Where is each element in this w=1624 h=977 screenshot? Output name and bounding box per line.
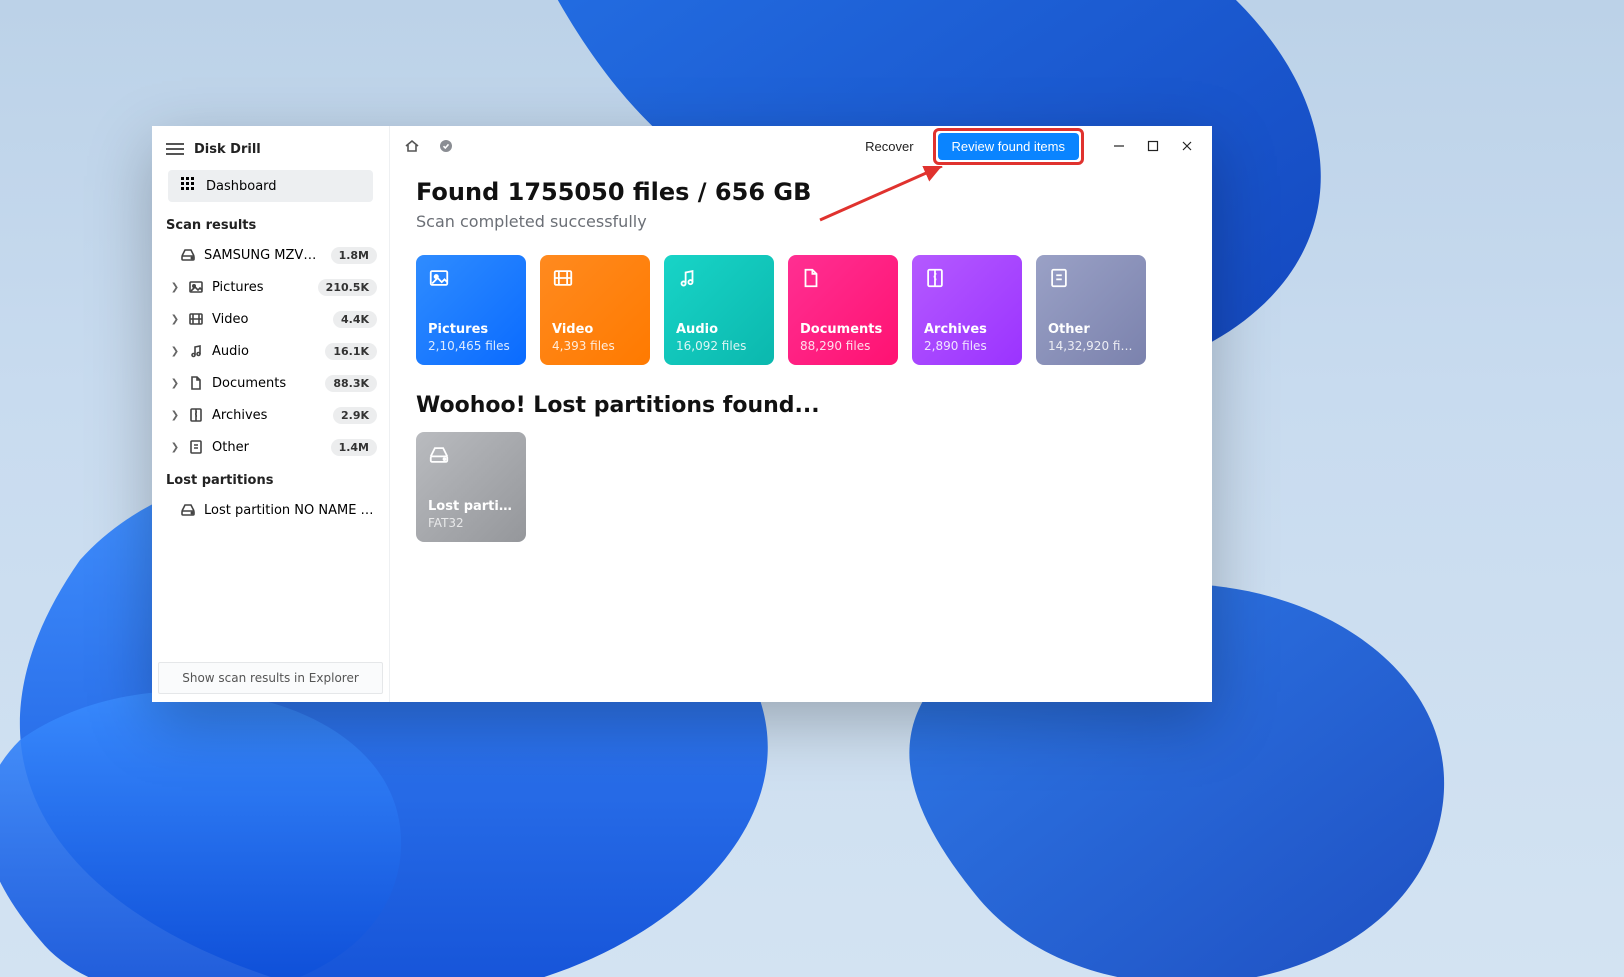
card-count: 14,32,920 files bbox=[1048, 339, 1134, 353]
tree-label: Archives bbox=[212, 408, 325, 423]
tree-audio[interactable]: ❯ Audio 16.1K bbox=[158, 335, 383, 367]
menu-button[interactable] bbox=[166, 143, 184, 155]
tree-video[interactable]: ❯ Video 4.4K bbox=[158, 303, 383, 335]
button-label: Show scan results in Explorer bbox=[182, 671, 359, 685]
home-button[interactable] bbox=[398, 132, 426, 160]
card-count: 4,393 files bbox=[552, 339, 638, 353]
chevron-right-icon: ❯ bbox=[170, 346, 180, 357]
other-icon bbox=[1048, 267, 1134, 295]
window-close-button[interactable] bbox=[1170, 132, 1204, 160]
show-in-explorer-button[interactable]: Show scan results in Explorer bbox=[158, 662, 383, 694]
card-lost-partition[interactable]: Lost partitio... FAT32 bbox=[416, 432, 526, 542]
sidebar: Disk Drill Dashboard Scan results SAMSUN… bbox=[152, 126, 390, 702]
archive-icon bbox=[188, 407, 204, 423]
chevron-right-icon: ❯ bbox=[170, 442, 180, 453]
drive-icon bbox=[180, 502, 196, 518]
drive-icon bbox=[180, 247, 196, 263]
count-badge: 210.5K bbox=[318, 279, 377, 296]
tree-label: Pictures bbox=[212, 280, 310, 295]
count-badge: 2.9K bbox=[333, 407, 377, 424]
section-scan-results: Scan results bbox=[152, 208, 389, 239]
card-video[interactable]: Video 4,393 files bbox=[540, 255, 650, 365]
count-badge: 88.3K bbox=[325, 375, 377, 392]
tree-label: Video bbox=[212, 312, 325, 327]
recover-button[interactable]: Recover bbox=[852, 133, 926, 160]
film-icon bbox=[188, 311, 204, 327]
document-icon bbox=[800, 267, 886, 295]
dashboard-icon bbox=[180, 176, 196, 196]
content: Found 1755050 files / 656 GB Scan comple… bbox=[390, 166, 1212, 702]
app-window: Disk Drill Dashboard Scan results SAMSUN… bbox=[152, 126, 1212, 702]
card-count: 2,890 files bbox=[924, 339, 1010, 353]
card-audio[interactable]: Audio 16,092 files bbox=[664, 255, 774, 365]
tree-lost-partition[interactable]: Lost partition NO NAME (FAT... bbox=[158, 494, 383, 526]
tree-drive[interactable]: SAMSUNG MZVLB1T0... 1.8M bbox=[158, 239, 383, 271]
card-subtitle: FAT32 bbox=[428, 516, 514, 530]
music-icon bbox=[188, 343, 204, 359]
count-badge: 16.1K bbox=[325, 343, 377, 360]
tree-other[interactable]: ❯ Other 1.4M bbox=[158, 431, 383, 463]
card-documents[interactable]: Documents 88,290 files bbox=[788, 255, 898, 365]
card-pictures[interactable]: Pictures 2,10,465 files bbox=[416, 255, 526, 365]
other-icon bbox=[188, 439, 204, 455]
titlebar: Recover Review found items bbox=[390, 126, 1212, 166]
main-pane: Recover Review found items bbox=[390, 126, 1212, 702]
card-title: Pictures bbox=[428, 322, 514, 337]
nav-dashboard[interactable]: Dashboard bbox=[168, 170, 373, 202]
card-title: Lost partitio... bbox=[428, 499, 514, 514]
card-other[interactable]: Other 14,32,920 files bbox=[1036, 255, 1146, 365]
tree-label: Audio bbox=[212, 344, 317, 359]
archive-icon bbox=[924, 267, 1010, 295]
tree-label: Documents bbox=[212, 376, 317, 391]
chevron-right-icon: ❯ bbox=[170, 314, 180, 325]
button-label: Review found items bbox=[952, 139, 1065, 154]
tree-label: Lost partition NO NAME (FAT... bbox=[204, 503, 377, 518]
document-icon bbox=[188, 375, 204, 391]
chevron-right-icon: ❯ bbox=[170, 410, 180, 421]
status-check-icon[interactable] bbox=[432, 132, 460, 160]
scan-status: Scan completed successfully bbox=[416, 212, 1186, 231]
section-lost-partitions: Lost partitions bbox=[152, 463, 389, 494]
tree-label: Other bbox=[212, 440, 323, 455]
image-icon bbox=[188, 279, 204, 295]
card-count: 88,290 files bbox=[800, 339, 886, 353]
chevron-right-icon: ❯ bbox=[170, 378, 180, 389]
tree-archives[interactable]: ❯ Archives 2.9K bbox=[158, 399, 383, 431]
tree-documents[interactable]: ❯ Documents 88.3K bbox=[158, 367, 383, 399]
window-maximize-button[interactable] bbox=[1136, 132, 1170, 160]
card-count: 2,10,465 files bbox=[428, 339, 514, 353]
category-cards: Pictures 2,10,465 files Video 4,393 file… bbox=[416, 255, 1186, 365]
count-badge: 1.4M bbox=[331, 439, 377, 456]
annotation-highlight: Review found items bbox=[933, 128, 1084, 165]
count-badge: 1.8M bbox=[331, 247, 377, 264]
card-title: Archives bbox=[924, 322, 1010, 337]
app-title: Disk Drill bbox=[194, 142, 261, 157]
music-icon bbox=[676, 267, 762, 295]
card-count: 16,092 files bbox=[676, 339, 762, 353]
tree-pictures[interactable]: ❯ Pictures 210.5K bbox=[158, 271, 383, 303]
card-title: Audio bbox=[676, 322, 762, 337]
card-archives[interactable]: Archives 2,890 files bbox=[912, 255, 1022, 365]
button-label: Recover bbox=[865, 139, 913, 154]
image-icon bbox=[428, 267, 514, 295]
film-icon bbox=[552, 267, 638, 295]
count-badge: 4.4K bbox=[333, 311, 377, 328]
found-headline: Found 1755050 files / 656 GB bbox=[416, 178, 1186, 206]
card-title: Documents bbox=[800, 322, 886, 337]
tree-label: SAMSUNG MZVLB1T0... bbox=[204, 248, 323, 263]
window-minimize-button[interactable] bbox=[1102, 132, 1136, 160]
card-title: Video bbox=[552, 322, 638, 337]
card-title: Other bbox=[1048, 322, 1134, 337]
nav-label: Dashboard bbox=[206, 179, 277, 194]
partitions-headline: Woohoo! Lost partitions found... bbox=[416, 393, 1186, 418]
chevron-right-icon: ❯ bbox=[170, 282, 180, 293]
review-found-items-button[interactable]: Review found items bbox=[938, 133, 1079, 160]
drive-icon bbox=[428, 444, 514, 470]
